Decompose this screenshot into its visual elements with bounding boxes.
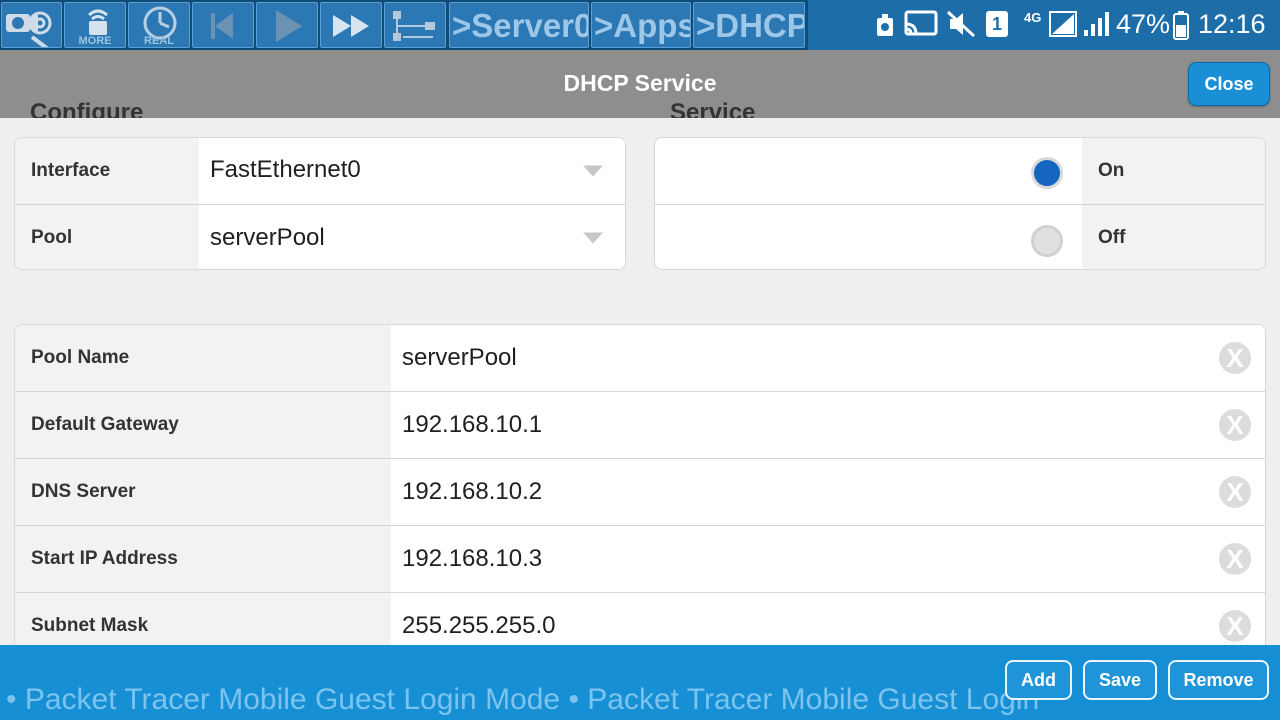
- clear-icon[interactable]: X: [1219, 409, 1251, 441]
- pool-label: Pool: [31, 227, 73, 248]
- start-ip-value: 192.168.10.3: [402, 545, 543, 572]
- clear-icon[interactable]: X: [1219, 610, 1251, 642]
- topology-icon: [393, 11, 435, 41]
- battery-percent: 47%: [1116, 9, 1171, 39]
- top-toolbar: MORE REAL >Server0 >Apps >DHCP 1 4G 47% …: [0, 0, 1280, 50]
- cast-icon: [904, 10, 938, 36]
- dialog-header: DHCP Service: [0, 50, 1280, 118]
- dns-server-input[interactable]: 192.168.10.2 X: [391, 459, 1265, 525]
- pool-row: Pool serverPool: [15, 204, 625, 269]
- dns-server-value: 192.168.10.2: [402, 478, 543, 505]
- clear-icon[interactable]: X: [1219, 476, 1251, 508]
- service-off-row[interactable]: Off: [655, 204, 1265, 269]
- save-button[interactable]: Save: [1083, 660, 1157, 700]
- start-ip-row: Start IP Address 192.168.10.3 X: [15, 525, 1265, 592]
- default-gateway-row: Default Gateway 192.168.10.1 X: [15, 391, 1265, 458]
- sim-number: 1: [991, 14, 1002, 34]
- step-back-icon: [211, 13, 233, 39]
- mute-icon: [946, 10, 976, 38]
- topology-button[interactable]: [384, 2, 446, 48]
- close-button[interactable]: Close: [1188, 62, 1270, 106]
- interface-row: Interface FastEthernet0: [15, 138, 625, 204]
- configure-section-title: Configure: [30, 100, 144, 118]
- page-title: DHCP Service: [563, 70, 717, 96]
- default-gateway-label: Default Gateway: [31, 414, 179, 435]
- sim-indicator: 1: [986, 11, 1008, 37]
- clear-icon[interactable]: X: [1219, 543, 1251, 575]
- remove-button[interactable]: Remove: [1168, 660, 1269, 700]
- service-card: On Off: [654, 137, 1266, 270]
- fast-forward-button[interactable]: [320, 2, 382, 48]
- fast-forward-icon: [333, 15, 369, 37]
- breadcrumb-server0[interactable]: >Server0: [449, 2, 589, 48]
- interface-label: Interface: [31, 160, 111, 181]
- pool-name-input[interactable]: serverPool X: [391, 325, 1265, 391]
- service-on-label-cell: On: [1082, 138, 1265, 204]
- default-gateway-value: 192.168.10.1: [402, 411, 543, 438]
- pool-dropdown[interactable]: serverPool: [199, 205, 625, 269]
- bottom-action-bar: • Packet Tracer Mobile Guest Login Mode …: [0, 645, 1280, 720]
- service-on-row[interactable]: On: [655, 138, 1265, 204]
- subnet-mask-label: Subnet Mask: [31, 615, 149, 636]
- chevron-down-icon: [583, 232, 603, 244]
- start-ip-input[interactable]: 192.168.10.3 X: [391, 526, 1265, 592]
- field-label-cell: DNS Server: [15, 459, 391, 525]
- pool-name-value: serverPool: [402, 344, 517, 371]
- service-off-label-cell: Off: [1082, 205, 1265, 269]
- interface-dropdown[interactable]: FastEthernet0: [199, 138, 625, 204]
- configure-card: Interface FastEthernet0 Pool serverPool: [14, 137, 626, 270]
- field-label-cell: Default Gateway: [15, 392, 391, 458]
- field-label-cell: Start IP Address: [15, 526, 391, 592]
- clear-icon[interactable]: X: [1219, 342, 1251, 374]
- camera-zoom-icon: [6, 11, 52, 47]
- signal-icon: [1049, 11, 1077, 37]
- service-off-radio[interactable]: [1031, 225, 1063, 257]
- real-caption: REAL: [144, 35, 174, 47]
- service-on-label: On: [1098, 160, 1125, 181]
- camera-zoom-button[interactable]: [1, 2, 62, 48]
- service-on-radio[interactable]: [1031, 157, 1063, 189]
- dns-server-label: DNS Server: [31, 481, 136, 502]
- play-button[interactable]: [256, 2, 318, 48]
- clock-time: 12:16: [1198, 9, 1266, 39]
- interface-label-cell: Interface: [15, 138, 199, 204]
- battery-icon: [1173, 11, 1189, 40]
- service-off-label: Off: [1098, 227, 1126, 248]
- start-ip-label: Start IP Address: [31, 548, 178, 569]
- dns-server-row: DNS Server 192.168.10.2 X: [15, 458, 1265, 525]
- pool-settings-card: Pool Name serverPool X Default Gateway 1…: [14, 324, 1266, 664]
- interface-value: FastEthernet0: [210, 156, 361, 183]
- network-type: 4G: [1024, 10, 1042, 25]
- add-button[interactable]: Add: [1005, 660, 1072, 700]
- more-button[interactable]: MORE: [64, 2, 126, 48]
- default-gateway-input[interactable]: 192.168.10.1 X: [391, 392, 1265, 458]
- recycle-icon: [877, 14, 893, 36]
- realtime-button[interactable]: REAL: [128, 2, 190, 48]
- guest-mode-ticker: • Packet Tracer Mobile Guest Login Mode …: [6, 683, 1040, 716]
- breadcrumb-dhcp[interactable]: >DHCP: [693, 2, 805, 48]
- pool-name-row: Pool Name serverPool X: [15, 325, 1265, 391]
- subnet-mask-value: 255.255.255.0: [402, 612, 556, 639]
- pool-label-cell: Pool: [15, 205, 199, 269]
- field-label-cell: Pool Name: [15, 325, 391, 391]
- breadcrumb-apps[interactable]: >Apps: [591, 2, 691, 48]
- more-caption: MORE: [78, 35, 112, 47]
- signal-bars-icon: [1084, 12, 1109, 36]
- chevron-down-icon: [583, 165, 603, 177]
- play-icon: [276, 10, 302, 42]
- pool-name-label: Pool Name: [31, 347, 130, 368]
- service-section-title: Service: [670, 100, 756, 118]
- pool-value: serverPool: [210, 224, 325, 251]
- step-back-button[interactable]: [192, 2, 254, 48]
- system-status-bar: 1 4G 47% 12:16: [808, 0, 1280, 50]
